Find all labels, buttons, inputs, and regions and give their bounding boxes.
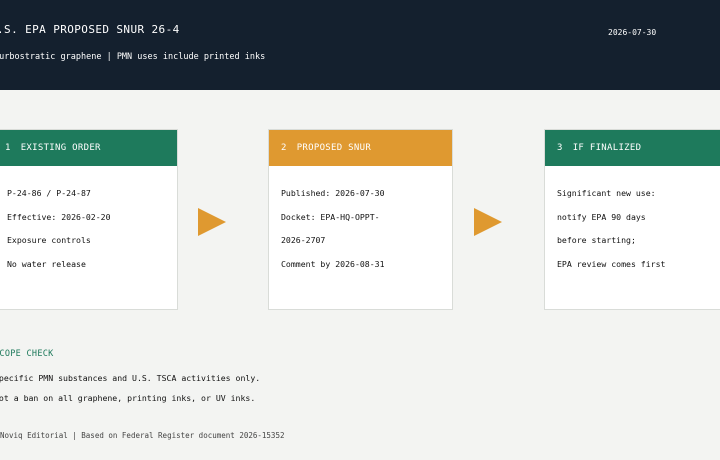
step-card-body: Published: 2026-07-30 Docket: EPA-HQ-OPP… bbox=[269, 166, 452, 276]
page-subtitle: Turbostratic graphene | PMN uses include… bbox=[0, 52, 266, 62]
step-line: Effective: 2026-02-20 bbox=[7, 211, 111, 222]
step-card-if-finalized: 3 IF FINALIZED Significant new use: noti… bbox=[544, 129, 720, 310]
step-line: before starting; bbox=[557, 235, 636, 245]
step-line: Exposure controls bbox=[7, 235, 91, 245]
step-card-header: 2 PROPOSED SNUR bbox=[269, 130, 452, 166]
scope-check-heading: SCOPE CHECK bbox=[0, 349, 54, 359]
step-line: notify EPA 90 days bbox=[557, 211, 646, 222]
step-number: 1 bbox=[5, 143, 11, 153]
step-line: Significant new use: bbox=[557, 188, 656, 198]
step-number: 3 bbox=[557, 143, 563, 153]
scope-check-line: Not a ban on all graphene, printing inks… bbox=[0, 393, 256, 403]
header-banner: U.S. EPA PROPOSED SNUR 26-4 Turbostratic… bbox=[0, 0, 720, 90]
arrow-right-icon bbox=[198, 208, 226, 236]
step-line: P-24-86 / P-24-87 bbox=[7, 188, 91, 198]
step-line: EPA review comes first bbox=[557, 258, 666, 269]
step-card-header: 3 IF FINALIZED bbox=[545, 130, 720, 166]
step-card-existing-order: 1 EXISTING ORDER P-24-86 / P-24-87 Effec… bbox=[0, 129, 178, 310]
step-line: 2026-2707 bbox=[281, 235, 326, 245]
step-card-body: P-24-86 / P-24-87 Effective: 2026-02-20 … bbox=[0, 166, 177, 276]
step-title: IF FINALIZED bbox=[572, 143, 642, 153]
page-title: U.S. EPA PROPOSED SNUR 26-4 bbox=[0, 23, 180, 36]
step-title: PROPOSED SNUR bbox=[296, 143, 372, 153]
footer-credit: Noviq Editorial | Based on Federal Regis… bbox=[0, 431, 285, 440]
scope-check-line: Specific PMN substances and U.S. TSCA ac… bbox=[0, 373, 261, 383]
step-card-proposed-snur: 2 PROPOSED SNUR Published: 2026-07-30 Do… bbox=[268, 129, 453, 310]
step-line: Docket: EPA-HQ-OPPT- bbox=[281, 211, 380, 222]
step-line: Published: 2026-07-30 bbox=[281, 188, 385, 198]
step-line: No water release bbox=[7, 258, 86, 269]
publication-date: 2026-07-30 bbox=[608, 28, 657, 37]
arrow-right-icon bbox=[474, 208, 502, 236]
step-card-header: 1 EXISTING ORDER bbox=[0, 130, 177, 166]
step-line: Comment by 2026-08-31 bbox=[281, 258, 385, 269]
step-card-body: Significant new use: notify EPA 90 days … bbox=[545, 166, 720, 276]
step-number: 2 bbox=[281, 143, 287, 153]
step-title: EXISTING ORDER bbox=[20, 143, 101, 153]
